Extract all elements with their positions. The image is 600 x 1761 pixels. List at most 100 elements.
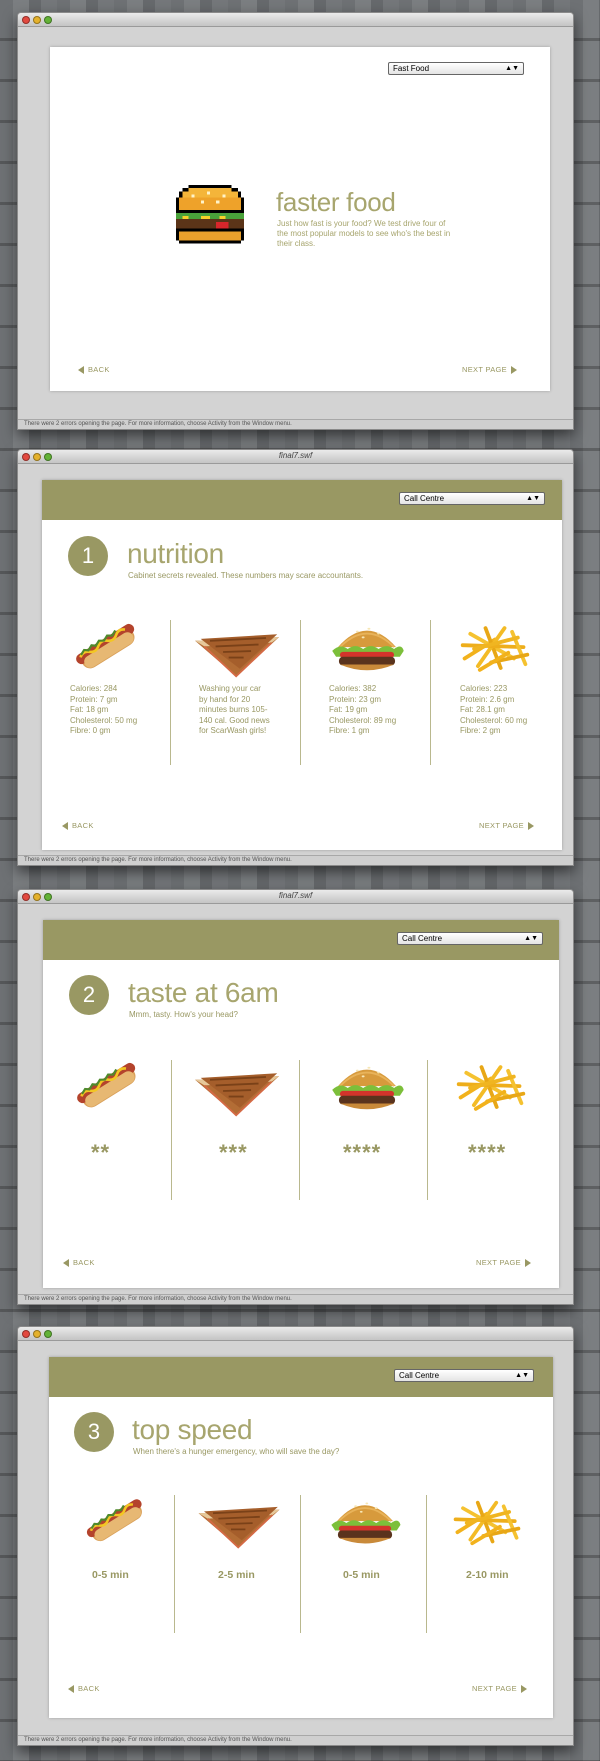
fact-line: Cholesterol: 60 mg (460, 715, 528, 725)
section-title: top speed (132, 1414, 253, 1445)
next-page-button[interactable]: NEXT PAGE (476, 1258, 531, 1267)
back-button[interactable]: BACK (62, 821, 94, 830)
window-title: final7.swf (278, 451, 313, 460)
back-button[interactable]: BACK (78, 365, 110, 374)
back-label: BACK (88, 365, 110, 374)
fact-line: Fibre: 2 gm (460, 726, 501, 735)
zoom-window-icon[interactable] (44, 1330, 52, 1338)
taste-rating-hotdog: ** (91, 1140, 111, 1165)
flash-page-taste: Call Centre ▲▼ 2 taste at 6am Mmm, tasty… (43, 920, 559, 1288)
speed-fries: 2-10 min (466, 1569, 509, 1581)
hotdog-image (72, 618, 142, 676)
toasted-sandwich-image (190, 1063, 286, 1119)
fact-line: Calories: 284 (70, 684, 118, 693)
back-arrow-icon (63, 1258, 69, 1267)
column-divider (300, 1495, 301, 1633)
toasted-sandwich-image (190, 624, 286, 680)
burger-image (328, 1059, 406, 1117)
window-titlebar: final7.swf (18, 890, 573, 904)
next-arrow-icon (527, 821, 534, 830)
section-title: taste at 6am (128, 977, 279, 1008)
flash-page-speed: Call Centre ▲▼ 3 top speed When there's … (49, 1357, 553, 1718)
next-page-button[interactable]: NEXT PAGE (479, 821, 534, 830)
speed-toastie: 2-5 min (218, 1569, 255, 1581)
fries-image (457, 620, 533, 678)
next-page-label: NEXT PAGE (472, 1684, 517, 1693)
next-page-button[interactable]: NEXT PAGE (462, 365, 517, 374)
burger-image (328, 620, 406, 678)
taste-rating-burger: **** (343, 1140, 382, 1165)
fact-line: Fat: 28.1 gm (460, 705, 505, 714)
back-button[interactable]: BACK (68, 1684, 100, 1693)
select-arrows-icon: ▲▼ (526, 495, 540, 502)
section-select[interactable]: Call Centre ▲▼ (394, 1369, 534, 1382)
back-button[interactable]: BACK (63, 1258, 95, 1267)
fact-line: minutes burns 105- (199, 705, 268, 714)
taste-rating-toastie: *** (219, 1140, 248, 1165)
fact-line: by hand for 20 (199, 694, 251, 704)
zoom-window-icon[interactable] (44, 16, 52, 24)
nutrition-facts-hotdog: Calories: 284 Protein: 7 gm Fat: 18 gm C… (70, 684, 137, 737)
status-bar: There were 2 errors opening the page. Fo… (18, 1294, 573, 1304)
next-page-label: NEXT PAGE (476, 1258, 521, 1267)
fact-line: 140 cal. Good news (199, 715, 270, 725)
column-divider (430, 620, 431, 765)
status-bar: There were 2 errors opening the page. Fo… (18, 1735, 573, 1745)
fact-line: Washing your car (199, 684, 261, 693)
minimize-window-icon[interactable] (33, 16, 41, 24)
section-select[interactable]: Call Centre ▲▼ (399, 492, 545, 505)
flash-page-intro: Fast Food ▲▼ faster food Just how fast i… (50, 47, 550, 391)
next-arrow-icon (520, 1684, 527, 1693)
window-titlebar (18, 1327, 573, 1341)
next-arrow-icon (510, 365, 517, 374)
intro-title: faster food (276, 187, 396, 217)
select-arrows-icon: ▲▼ (515, 1372, 529, 1379)
section-select-value: Fast Food (393, 64, 430, 73)
pixel-burger-icon (173, 185, 247, 258)
column-divider (300, 620, 301, 765)
back-label: BACK (72, 821, 94, 830)
close-window-icon[interactable] (22, 1330, 30, 1338)
next-page-label: NEXT PAGE (462, 365, 507, 374)
window-titlebar: final7.swf (18, 450, 573, 464)
fries-image (453, 1059, 529, 1117)
speed-hotdog: 0-5 min (92, 1569, 129, 1581)
fact-line: Protein: 2.6 gm (460, 694, 515, 704)
fact-line: Cholesterol: 89 mg (329, 715, 397, 725)
section-select[interactable]: Fast Food ▲▼ (388, 62, 524, 75)
fact-line: for ScarWash girls! (199, 726, 267, 735)
back-arrow-icon (68, 1684, 74, 1693)
select-arrows-icon: ▲▼ (524, 935, 538, 942)
back-label: BACK (73, 1258, 95, 1267)
fries-image (450, 1495, 524, 1551)
fact-line: Cholesterol: 50 mg (70, 715, 138, 725)
burger-image (327, 1495, 403, 1551)
column-divider (426, 1495, 427, 1633)
window-titlebar (18, 13, 573, 27)
fact-line: Protein: 23 gm (329, 694, 382, 704)
flash-page-nutrition: Call Centre ▲▼ 1 nutrition Cabinet secre… (42, 480, 562, 850)
section-number-badge: 2 (69, 975, 109, 1015)
fact-line: Fat: 18 gm (70, 705, 109, 714)
hotdog-image (83, 1493, 149, 1549)
taste-rating-fries: **** (468, 1140, 507, 1165)
select-arrows-icon: ▲▼ (505, 65, 519, 72)
status-bar: There were 2 errors opening the page. Fo… (18, 419, 573, 429)
nutrition-facts-fries: Calories: 223 Protein: 2.6 gm Fat: 28.1 … (460, 684, 527, 737)
back-arrow-icon (62, 821, 68, 830)
section-subtitle: When there's a hunger emergency, who wil… (133, 1447, 340, 1456)
fact-line: Calories: 382 (329, 684, 377, 693)
next-page-button[interactable]: NEXT PAGE (472, 1684, 527, 1693)
section-select[interactable]: Call Centre ▲▼ (397, 932, 543, 945)
next-page-label: NEXT PAGE (479, 821, 524, 830)
minimize-window-icon[interactable] (33, 1330, 41, 1338)
section-select-value: Call Centre (399, 1371, 440, 1380)
toasted-sandwich-image (194, 1497, 286, 1551)
next-arrow-icon (524, 1258, 531, 1267)
browser-window-speed: Call Centre ▲▼ 3 top speed When there's … (17, 1326, 574, 1746)
hotdog-image (73, 1057, 143, 1115)
close-window-icon[interactable] (22, 16, 30, 24)
browser-window-intro: Fast Food ▲▼ faster food Just how fast i… (17, 12, 574, 430)
browser-window-taste: final7.swf Call Centre ▲▼ 2 taste at 6am… (17, 889, 574, 1305)
intro-description: Just how fast is your food? We test driv… (277, 219, 451, 248)
